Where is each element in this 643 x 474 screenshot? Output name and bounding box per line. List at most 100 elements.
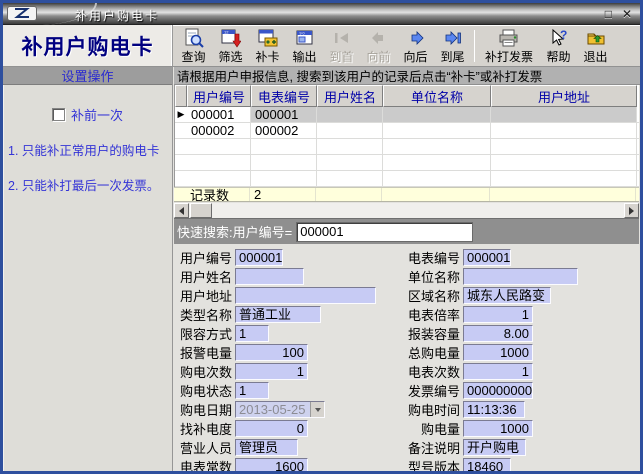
form-row: 类型名称普通工业 (177, 305, 376, 324)
purchase-date-dropdown[interactable]: 2013-05-25 (235, 401, 325, 418)
form-row: 营业人员管理员 (177, 438, 376, 457)
field-value[interactable] (235, 287, 376, 304)
go-next-icon (406, 27, 426, 48)
maximize-button[interactable]: □ (605, 6, 612, 22)
export-icon: 9 0 (295, 27, 315, 48)
field-value[interactable]: 城东人民路变 (463, 287, 551, 304)
field-value[interactable] (463, 268, 578, 285)
form-row: 型号版本18460 (405, 457, 578, 474)
field-value[interactable]: 000001 (235, 249, 283, 266)
grid-horizontal-scrollbar[interactable] (174, 203, 639, 218)
row-indicator (175, 155, 187, 170)
field-value[interactable] (235, 268, 304, 285)
field-label: 限容方式 (177, 324, 235, 343)
field-value[interactable]: 1000 (463, 344, 533, 361)
close-button[interactable]: ✕ (622, 6, 632, 22)
help-button[interactable]: ? 帮助 (540, 26, 577, 66)
checkbox-icon[interactable] (52, 108, 65, 121)
filter-button[interactable]: 12 筛选 (212, 26, 249, 66)
grid-cell[interactable] (383, 107, 491, 122)
grid-cell[interactable] (317, 123, 383, 138)
field-label: 报装容量 (405, 324, 463, 343)
grid-empty-row (175, 171, 639, 187)
grid-cell[interactable] (383, 123, 491, 138)
reprint-invoice-button[interactable]: 补打发票 (478, 26, 540, 66)
app-title-panel: 补用户购电卡 (3, 25, 173, 66)
app-window: 补用户购电卡 □ ✕ 补用户购电卡 查询 12 筛选 (0, 0, 643, 474)
next-record-button[interactable]: 向后 (397, 26, 434, 66)
first-record-button: 到首 (323, 26, 360, 66)
last-record-button[interactable]: 到尾 (434, 26, 471, 66)
form-row: 电表倍率1 (405, 305, 578, 324)
form-row: 用户姓名 (177, 267, 376, 286)
grid-header-4[interactable]: 单位名称 (383, 85, 491, 107)
scroll-left-button[interactable] (174, 203, 189, 218)
grid-cell[interactable] (317, 107, 383, 122)
grid-cell[interactable] (491, 123, 637, 138)
field-label: 购电量 (405, 419, 463, 438)
field-label: 报警电量 (177, 343, 235, 362)
record-footer-cell (316, 188, 382, 201)
field-value[interactable]: 000001 (463, 249, 511, 266)
scrollbar-thumb[interactable] (190, 203, 212, 218)
field-value[interactable]: 18460 (463, 458, 511, 474)
grid-cell[interactable] (491, 107, 637, 122)
title-bar[interactable]: 补用户购电卡 □ ✕ (3, 3, 640, 25)
field-value[interactable]: 1600 (235, 458, 308, 474)
go-next-label: 向后 (403, 48, 427, 65)
query-button[interactable]: 查询 (175, 26, 212, 66)
field-value[interactable]: 开户购电 (463, 439, 526, 456)
field-label: 购电次数 (177, 362, 235, 381)
grid-header-2[interactable]: 电表编号 (251, 85, 317, 107)
output-button[interactable]: 9 0 输出 (286, 26, 323, 66)
scroll-right-button[interactable] (624, 203, 639, 218)
field-value[interactable]: 8.00 (463, 325, 533, 342)
grid-cell[interactable]: 000001 (187, 107, 251, 122)
grid-cell[interactable]: 000001 (251, 107, 317, 122)
field-label: 电表编号 (405, 248, 463, 267)
table-row[interactable]: 000002000002 (175, 123, 639, 139)
quick-search-input[interactable] (296, 222, 473, 242)
grid-cell (383, 171, 491, 186)
field-value[interactable]: 0 (235, 420, 308, 437)
detail-form: 用户编号000001用户姓名用户地址类型名称普通工业限容方式1报警电量100购电… (174, 244, 640, 471)
field-label: 找补电度 (177, 419, 235, 438)
field-value[interactable]: 1 (235, 382, 269, 399)
go-last-label: 到尾 (440, 48, 464, 65)
go-prev-label: 向前 (366, 48, 390, 65)
field-value[interactable]: 1 (463, 306, 533, 323)
field-value[interactable]: 1000 (463, 420, 533, 437)
field-value[interactable]: 1 (235, 363, 308, 380)
sidebar-note-1: 1. 只能补正常用户的购电卡 (8, 140, 167, 159)
field-value[interactable]: 100 (235, 344, 308, 361)
grid-header-3[interactable]: 用户姓名 (317, 85, 383, 107)
field-label: 电表常数 (177, 457, 235, 474)
reissue-previous-checkbox-row[interactable]: 补前一次 (3, 105, 172, 124)
go-last-icon (443, 27, 463, 48)
field-value[interactable]: 1 (235, 325, 269, 342)
form-row: 购电日期2013-05-25 (177, 400, 376, 419)
exit-icon (586, 27, 606, 48)
table-row[interactable]: ▶000001000001 (175, 107, 639, 123)
field-value[interactable]: 1 (463, 363, 533, 380)
field-label: 用户地址 (177, 286, 235, 305)
row-indicator (175, 139, 187, 154)
user-grid[interactable]: 用户编号电表编号用户姓名单位名称用户地址▶0000010000010000020… (174, 85, 639, 187)
grid-cell[interactable]: 000002 (251, 123, 317, 138)
chevron-down-icon[interactable] (310, 402, 324, 417)
record-footer-cell (490, 188, 636, 201)
field-value[interactable]: 管理员 (235, 439, 298, 456)
grid-cell (317, 155, 383, 170)
field-value[interactable]: 0000000001 (463, 382, 533, 399)
row-indicator (175, 123, 187, 138)
field-value[interactable]: 11:13:36 (463, 401, 525, 418)
reissue-card-button[interactable]: 补卡 (249, 26, 286, 66)
exit-button[interactable]: 退出 (577, 26, 614, 66)
page-title: 补用户购电卡 (22, 31, 154, 61)
grid-header-1[interactable]: 用户编号 (187, 85, 251, 107)
field-value[interactable]: 普通工业 (235, 306, 321, 323)
field-label: 型号版本 (405, 457, 463, 474)
go-first-label: 到首 (329, 48, 353, 65)
grid-cell[interactable]: 000002 (187, 123, 251, 138)
grid-header-5[interactable]: 用户地址 (491, 85, 637, 107)
